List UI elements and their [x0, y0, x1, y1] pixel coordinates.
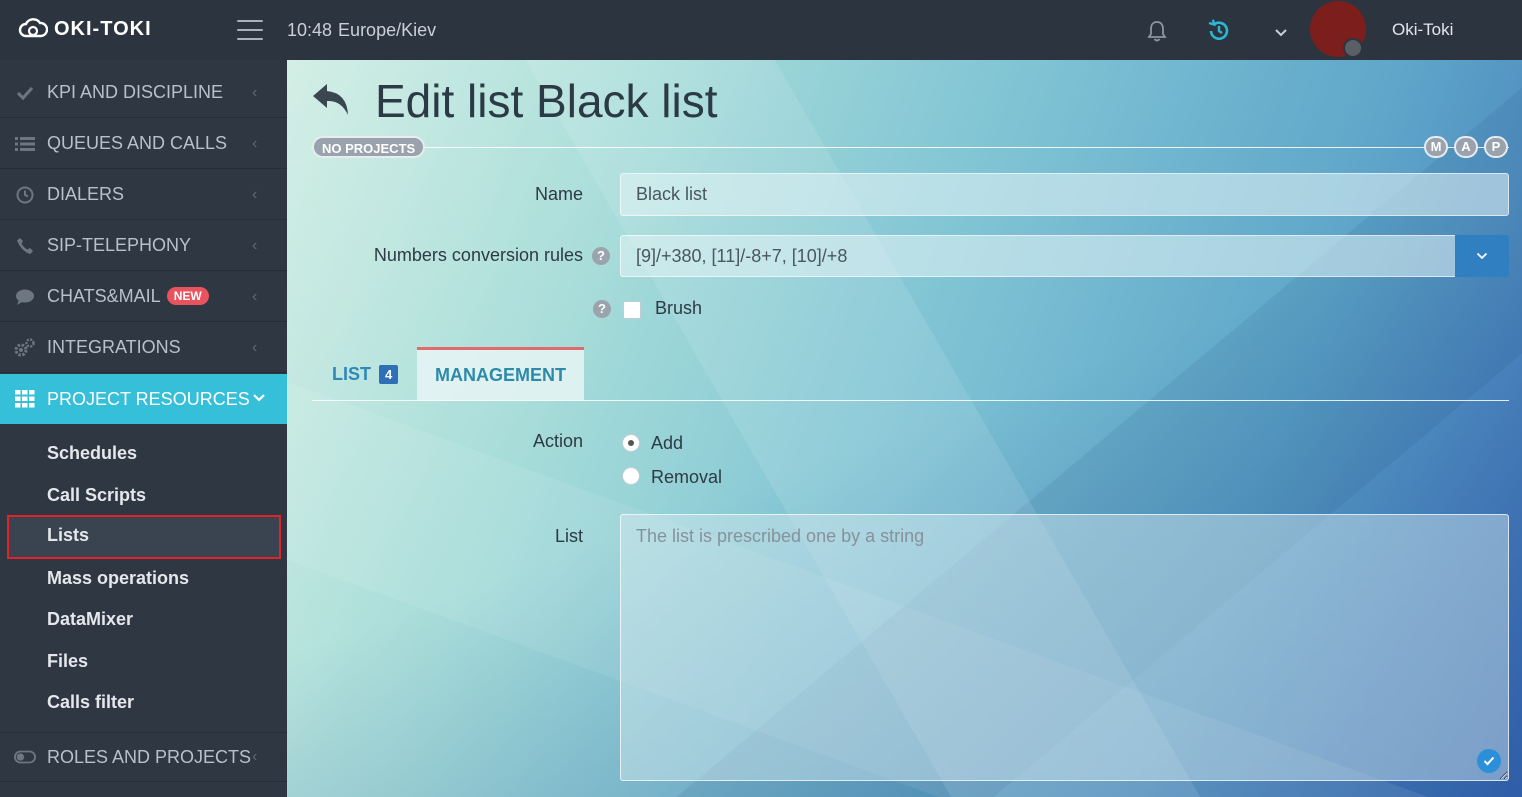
chevron-down-icon: [252, 390, 266, 408]
clock-time: 10:48: [287, 20, 333, 40]
sidebar-item-project-resources[interactable]: PROJECT RESOURCES: [0, 374, 287, 424]
reply-arrow-icon: [313, 84, 348, 115]
chevron-left-icon: ‹: [252, 287, 258, 305]
sidebar-item-sip[interactable]: SIP-TELEPHONY ‹: [0, 221, 287, 271]
cloud-logo-icon: [18, 18, 48, 38]
check-icon: [14, 82, 36, 104]
sidebar-item-label: KPI AND DISCIPLINE: [47, 82, 224, 102]
chevron-left-icon: ‹: [252, 338, 258, 356]
spellcheck-icon[interactable]: [1477, 749, 1501, 773]
main-content: Edit list Black list NO PROJECTS M A P N…: [287, 60, 1522, 797]
chevron-down-icon: [1476, 252, 1488, 260]
project-resources-submenu: Schedules Call Scripts Mass operations D…: [0, 424, 287, 737]
name-label: Name: [534, 184, 583, 204]
username[interactable]: Oki-Toki: [1392, 20, 1453, 40]
list-label: List: [554, 526, 583, 546]
map-pill-a[interactable]: A: [1454, 136, 1478, 158]
action-label: Action: [532, 431, 583, 451]
sidebar-item-kpi[interactable]: KPI AND DISCIPLINE ‹: [0, 68, 287, 118]
sidebar-item-label: PROJECT RESOURCES: [47, 388, 250, 409]
sidebar-item-label: SIP-TELEPHONY: [47, 235, 192, 255]
submenu-item-calls-filter[interactable]: Calls filter: [47, 692, 134, 713]
logo[interactable]: OKI-TOKI: [18, 16, 152, 42]
sidebar-item-chats[interactable]: CHATS&MAIL NEW ‹: [0, 272, 287, 322]
tab-management-label: MANAGEMENT: [435, 364, 566, 385]
tab-list-label: LIST: [332, 364, 371, 384]
submenu-item-call-scripts[interactable]: Call Scripts: [47, 485, 146, 506]
page-title: Edit list Black list: [375, 75, 718, 127]
submenu-item-datamixer[interactable]: DataMixer: [47, 609, 133, 630]
clock: 10:48 Europe/Kiev: [287, 20, 436, 41]
user-menu-toggle[interactable]: [1274, 25, 1288, 43]
rules-select[interactable]: [9]/+380, [11]/-8+7, [10]/+8: [620, 235, 1456, 277]
history-button[interactable]: [1206, 18, 1232, 49]
projects-badge[interactable]: NO PROJECTS: [312, 136, 426, 158]
chevron-left-icon: ‹: [252, 236, 258, 254]
sidebar-item-integrations[interactable]: INTEGRATIONS ‹: [0, 323, 287, 373]
chevron-left-icon: ‹: [252, 83, 258, 101]
bell-icon: [1147, 21, 1167, 42]
sidebar-item-label: QUEUES AND CALLS: [47, 133, 228, 153]
rules-dropdown-button[interactable]: [1455, 235, 1509, 277]
list-textarea[interactable]: [620, 514, 1509, 781]
sidebar-item-label: DIALERS: [47, 184, 125, 204]
menu-toggle-button[interactable]: [237, 20, 263, 40]
phone-icon: [14, 235, 36, 257]
sidebar: KPI AND DISCIPLINE ‹ QUEUES AND CALLS ‹ …: [0, 60, 287, 797]
list-icon: [14, 133, 36, 155]
brush-checkbox[interactable]: [623, 301, 641, 319]
sidebar-item-dialers[interactable]: DIALERS ‹: [0, 170, 287, 220]
grid-icon: [14, 388, 36, 410]
sidebar-item-text: CHATS&MAIL: [47, 286, 161, 306]
action-removal-radio[interactable]: [622, 467, 640, 485]
chevron-down-icon: [1275, 29, 1287, 37]
chevron-left-icon: ‹: [252, 185, 258, 203]
history-icon: [1208, 19, 1229, 40]
submenu-item-files[interactable]: Files: [47, 651, 88, 672]
rules-help-icon[interactable]: ?: [592, 247, 610, 265]
map-pill-p[interactable]: P: [1484, 136, 1508, 158]
top-bar: OKI-TOKI 10:48 Europe/Kiev Oki-Toki: [0, 0, 1522, 60]
gears-icon: [14, 337, 36, 359]
name-input[interactable]: Black list: [620, 173, 1509, 216]
submenu-item-schedules[interactable]: Schedules: [47, 443, 137, 464]
name-input-value: Black list: [636, 184, 708, 204]
chat-icon: [14, 286, 36, 308]
new-badge: NEW: [166, 287, 209, 305]
chevron-left-icon: ‹: [252, 748, 258, 765]
action-add-label: Add: [651, 433, 684, 453]
status-indicator: [1343, 38, 1363, 58]
submenu-item-mass-operations[interactable]: Mass operations: [47, 568, 189, 589]
notifications-button[interactable]: [1146, 19, 1168, 48]
submenu-item-lists[interactable]: Lists: [47, 525, 89, 546]
chevron-left-icon: ‹: [252, 134, 258, 152]
tab-list-count-badge: 4: [379, 365, 399, 384]
rules-select-value: [9]/+380, [11]/-8+7, [10]/+8: [636, 245, 848, 266]
tab-list[interactable]: LIST 4: [332, 364, 399, 385]
sidebar-item-roles[interactable]: ROLES AND PROJECTS ‹: [0, 732, 287, 782]
submenu-item-lists-selected[interactable]: Lists: [7, 515, 281, 559]
sidebar-item-queues[interactable]: QUEUES AND CALLS ‹: [0, 119, 287, 169]
action-removal-label: Removal: [651, 467, 723, 487]
brush-label: Brush: [655, 298, 703, 318]
sidebar-item-label: INTEGRATIONS: [47, 337, 181, 357]
brush-help-icon[interactable]: ?: [593, 300, 611, 318]
action-add-radio[interactable]: [622, 434, 640, 452]
back-button[interactable]: [311, 82, 351, 123]
tab-management[interactable]: MANAGEMENT: [417, 347, 584, 400]
clock-icon: [14, 184, 36, 206]
clock-timezone: Europe/Kiev: [338, 20, 437, 40]
toggle-icon: [14, 746, 36, 768]
sidebar-item-label: CHATS&MAIL NEW: [47, 286, 209, 307]
sidebar-item-label: ROLES AND PROJECTS: [47, 746, 252, 767]
map-pill-m[interactable]: M: [1424, 136, 1448, 158]
title-divider: [311, 147, 1509, 148]
rules-label: Numbers conversion rules: [373, 245, 583, 265]
tab-divider: [312, 400, 1509, 401]
logo-text: OKI-TOKI: [54, 17, 152, 40]
